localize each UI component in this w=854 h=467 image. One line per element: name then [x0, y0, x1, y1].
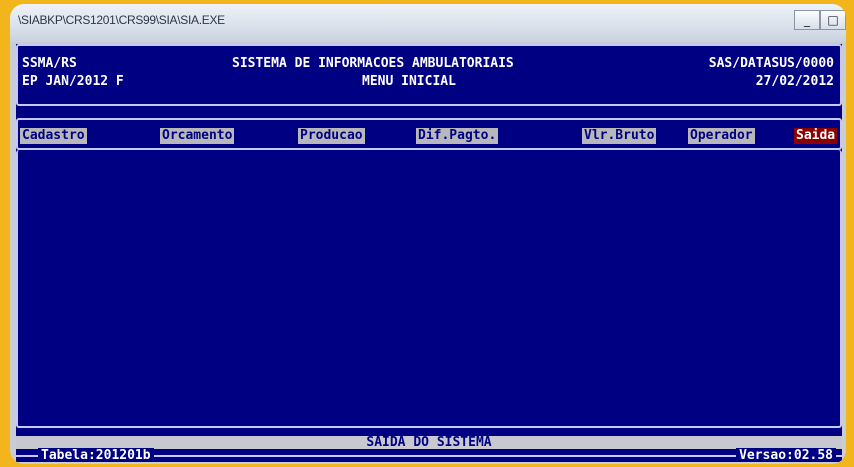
title-bar[interactable]: \SIABKP\CRS1201\CRS99\SIA\SIA.EXE _ □ — [10, 4, 846, 42]
system-title: SISTEMA DE INFORMACOES AMBULATORIAIS — [232, 56, 514, 71]
org-label: SSMA/RS — [22, 56, 77, 71]
table-version-label: Tabela:201201b — [38, 448, 154, 462]
window-controls: _ □ — [794, 10, 846, 30]
console-screen: SSMA/RS EP JAN/2012 F SISTEMA DE INFORMA… — [16, 44, 842, 462]
header-box: SSMA/RS EP JAN/2012 F SISTEMA DE INFORMA… — [16, 44, 842, 106]
menu-item-cadastro[interactable]: Cadastro — [20, 128, 87, 144]
screen-title: MENU INICIAL — [362, 74, 456, 89]
minimize-button[interactable]: _ — [794, 10, 820, 30]
date-label: 27/02/2012 — [755, 74, 834, 89]
app-version-label: Versao:02.58 — [736, 448, 836, 462]
main-menu: Cadastro Orcamento Producao Dif.Pagto. V… — [16, 118, 842, 150]
menu-item-dif-pagto[interactable]: Dif.Pagto. — [416, 128, 499, 144]
menu-item-vlr-bruto[interactable]: Vlr.Bruto — [582, 128, 657, 144]
sas-label: SAS/DATASUS/0000 — [708, 56, 834, 71]
work-area — [16, 150, 842, 428]
window-title: \SIABKP\CRS1201\CRS99\SIA\SIA.EXE — [18, 13, 225, 27]
application-window: \SIABKP\CRS1201\CRS99\SIA\SIA.EXE _ □ SS… — [10, 4, 846, 464]
menu-item-orcamento[interactable]: Orcamento — [160, 128, 235, 144]
period-label: EP JAN/2012 F — [22, 74, 124, 89]
menu-item-saida[interactable]: Saida — [794, 128, 838, 144]
menu-item-operador[interactable]: Operador — [688, 128, 755, 144]
menu-item-producao[interactable]: Producao — [298, 128, 365, 144]
restore-button[interactable]: □ — [820, 10, 846, 30]
status-bar: SAIDA DO SISTEMA Tabela:201201b Versao:0… — [16, 435, 842, 462]
